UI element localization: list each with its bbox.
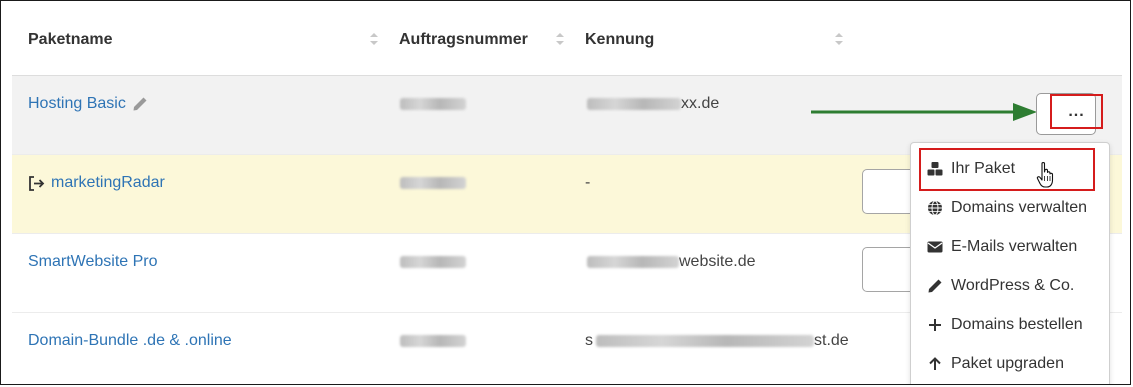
table-header: Paketname Auftragsnummer Kennung xyxy=(12,1,1122,76)
sort-icon[interactable] xyxy=(834,32,844,46)
pencil-icon[interactable] xyxy=(132,96,148,112)
arrow-up-icon xyxy=(929,357,941,370)
sort-icon[interactable] xyxy=(369,32,379,46)
menu-item-label: Domains bestellen xyxy=(951,316,1083,333)
menu-item-label: Ihr Paket xyxy=(951,160,1016,177)
column-header-auftragsnummer[interactable]: Auftragsnummer xyxy=(399,31,528,49)
menu-item-label: Domains verwalten xyxy=(951,199,1088,216)
menu-item-e-mails-verwalten[interactable]: E-Mails verwalten xyxy=(927,236,1077,258)
annotation-arrow xyxy=(811,103,1037,121)
redacted-order-number xyxy=(400,177,466,189)
external-link-icon xyxy=(29,175,45,191)
package-link[interactable]: SmartWebsite Pro xyxy=(28,253,158,271)
redacted-identifier xyxy=(587,98,681,110)
more-icon: ... xyxy=(1068,102,1085,120)
redacted-identifier xyxy=(596,335,814,347)
menu-item-wordpress[interactable]: WordPress & Co. xyxy=(927,275,1074,297)
package-link[interactable]: Hosting Basic xyxy=(28,95,126,113)
identifier-text: st.de xyxy=(814,332,849,349)
screenshot-frame: Paketname Auftragsnummer Kennung Hosting… xyxy=(0,0,1131,385)
menu-item-paket-upgraden[interactable]: Paket upgraden xyxy=(927,353,1064,375)
menu-item-ihr-paket[interactable]: Ihr Paket xyxy=(927,158,1015,180)
menu-item-label: E-Mails verwalten xyxy=(951,238,1078,255)
redacted-identifier xyxy=(587,256,679,268)
identifier-text: website.de xyxy=(679,253,756,270)
package-link[interactable]: Domain-Bundle .de & .online xyxy=(28,332,232,350)
redacted-order-number xyxy=(400,256,466,268)
column-header-paketname[interactable]: Paketname xyxy=(28,31,113,49)
menu-item-label: WordPress & Co. xyxy=(951,277,1075,294)
package-name-cell: SmartWebsite Pro xyxy=(28,253,158,271)
envelope-icon xyxy=(927,241,943,253)
identifier-text: xx.de xyxy=(681,95,720,112)
column-header-kennung[interactable]: Kennung xyxy=(585,31,654,49)
package-name-cell: Domain-Bundle .de & .online xyxy=(28,332,232,350)
menu-item-domains-verwalten[interactable]: Domains verwalten xyxy=(927,197,1087,219)
globe-icon xyxy=(928,200,942,216)
sort-icon[interactable] xyxy=(555,32,565,46)
actions-button-highlight[interactable]: ... xyxy=(1050,94,1103,129)
plus-icon xyxy=(929,319,941,331)
menu-item-label: Paket upgraden xyxy=(951,355,1064,372)
identifier-text: - xyxy=(585,174,591,191)
package-actions-dropdown: Ihr Paket Domains verwalten E-Mails verw… xyxy=(910,142,1110,384)
pencil-icon xyxy=(928,279,942,293)
package-link[interactable]: marketingRadar xyxy=(51,174,165,192)
cubes-icon xyxy=(927,162,943,176)
redacted-order-number xyxy=(400,98,466,110)
identifier-prefix: s xyxy=(585,332,593,349)
menu-item-domains-bestellen[interactable]: Domains bestellen xyxy=(927,314,1083,336)
package-name-cell: marketingRadar xyxy=(28,174,165,192)
package-name-cell: Hosting Basic xyxy=(28,95,148,113)
hand-cursor-icon xyxy=(1036,162,1054,188)
redacted-order-number xyxy=(400,335,466,347)
